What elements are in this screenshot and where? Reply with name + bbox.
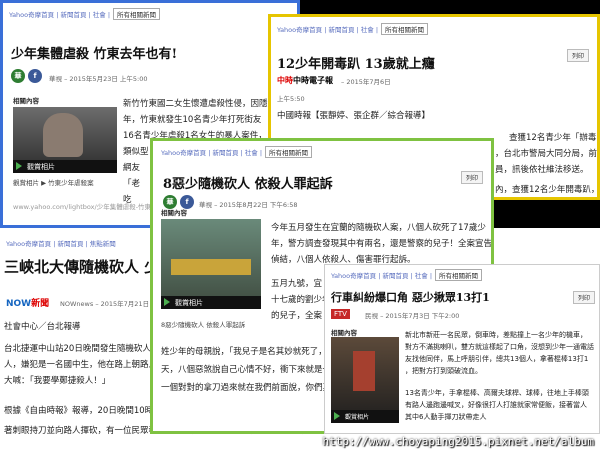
body-line: 有路人邊跑邊喊叉，好像很打人打誰就家常便飯，接著當人 [405,401,587,409]
video-thumbnail[interactable]: 觀賞相片 [331,337,399,423]
related-select[interactable]: 所有相關新聞 [435,269,483,281]
caption: 觀賞相片 ▶ 竹東少年虐殺案 [13,179,94,187]
person-image [43,113,83,157]
body-line: 內，查獲12名少年開毒趴， [495,185,599,195]
caption: 8惡少隨機砍人 依殺人罪起訴 [161,321,246,329]
body-line: 13名青少年，手拿棍棒、高爾夫球桿、球棒，往地上手棒頭 [405,389,589,397]
news-card-xinzhuang: Yahoo奇摩首頁 | 新聞首頁 | 社會 | 所有相關新聞 行車糾紛爆口角 惡少… [324,264,600,434]
article-title: 8惡少隨機砍人 依殺人罪起訴 [163,177,333,192]
article-meta: – 2015年7月6日 [341,78,391,86]
print-button[interactable]: 列印 [566,49,589,62]
body-line: 今年五月發生在宜蘭的隨機砍人案，八個人砍死了17歲少 [271,223,486,233]
tv-logo-icon: 華 [11,69,25,83]
media-logo: 中時中時電子報 [277,76,333,85]
related-select[interactable]: 所有相關新聞 [265,146,313,158]
related-heading: 相關內容 [13,97,39,105]
related-select[interactable]: 所有相關新聞 [381,23,429,35]
body-line: 十七歲的劉少年被 [271,295,331,305]
article-meta: 民視 – 2015年7月3日 下午2:00 [365,312,460,320]
byline: 中國時報【張靜婷、張企群／綜合報導】 [277,111,431,121]
body-line: ，把對方打到頭破流血。 [405,367,482,375]
body-line: 對方不滿挑喇叭，雙方就這樣起了口角，沒想到少年一通電話 [405,343,594,351]
play-icon [334,412,340,420]
fb-icon[interactable]: f [28,69,42,83]
body-line: 台北捷運中山站20日晚間發生隨機砍人案， [4,344,154,354]
article-title: 少年集體虐殺 竹東去年也有! [11,47,178,62]
breadcrumb[interactable]: Yahoo奇摩首頁 | 新聞首頁 | 社會 | 所有相關新聞 [277,23,429,35]
article-meta: 華視 – 2015年8月22日 下午6:58 [199,201,298,209]
body-line: 人，嫌犯是一名國中生，他在路上朝路人揮刀 [4,360,154,370]
related-heading: 相關內容 [331,329,357,337]
breadcrumb[interactable]: Yahoo奇摩首頁 | 新聞首頁 | 社會 | 所有相關新聞 [331,269,483,281]
body-line: 五月九號，宜 [271,279,323,289]
media-logo: NOW新聞 [6,299,50,309]
body-line: 查獲12名青少年「辦毒 [509,133,597,143]
related-select[interactable]: 所有相關新聞 [113,8,161,20]
play-icon [164,298,170,306]
body-line: 大喊：「我要學鄭捷殺人！」 [4,376,111,386]
street-image [353,351,375,391]
breadcrumb[interactable]: Yahoo奇摩首頁 | 新聞首頁 | 社會 | 所有相關新聞 [161,146,313,158]
media-logo: FTV [331,309,350,319]
article-title: 12少年開毒趴 13歲就上癮 [277,57,435,72]
road-image [171,259,251,275]
print-button[interactable]: 列印 [460,171,483,184]
body-line: 其中6人動手揮刀狀帶走人 [405,413,487,421]
play-icon [16,162,22,170]
body-line: 的兒子，全案 [271,311,323,321]
watermark: http://www.choyaping2015.pixnet.net/albu… [322,435,594,448]
body-line: 新北市新莊一名民眾，倒車時，差點撞上一名少年的機車， [405,331,587,339]
body-line: 友找他同伴，馬上呼朋引伴，總共13個人，拿著棍棒13打1 [405,355,589,363]
breadcrumb[interactable]: Yahoo奇摩首頁 | 新聞首頁 | 社會 | 所有相關新聞 [9,8,161,20]
article-meta: 華視 – 2015年5月23日 上午5:00 [49,75,148,83]
breadcrumb[interactable]: Yahoo奇摩首頁 | 新聞首頁 | 焦點新聞 [6,238,116,248]
dept: 社會中心／台北報導 [4,322,81,332]
body-line: 員，訊後依社維法移送。 [495,165,589,175]
article-title: 行車糾紛爆口角 惡少揪眾13打1 [331,291,490,304]
video-thumbnail[interactable]: 觀賞相片 [161,219,261,309]
video-thumbnail[interactable]: 觀賞相片 [13,107,117,173]
article-time: 上午5:50 [277,95,305,103]
body-line: ，台北市警局大同分局，前 [495,149,598,159]
body-line: 年，警方調查發現其中有兩名，還是警察的兒子！全案宣告 [271,239,493,249]
print-button[interactable]: 列印 [572,291,595,304]
related-heading: 相關內容 [161,209,187,217]
